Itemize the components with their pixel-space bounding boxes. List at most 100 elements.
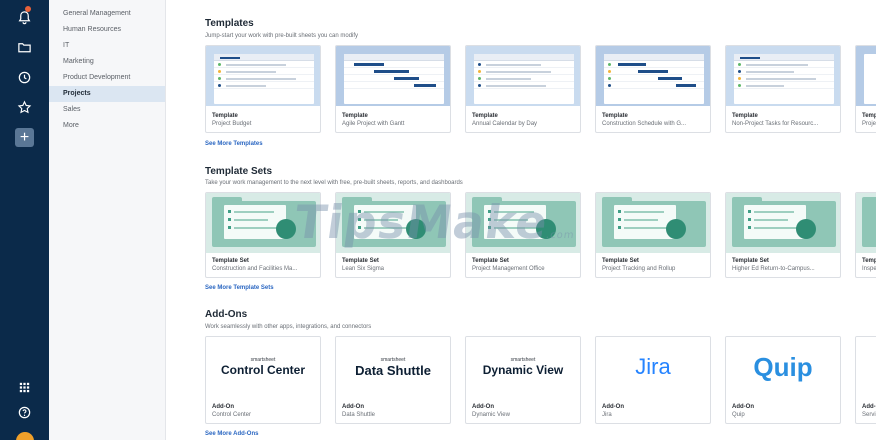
nav-item-product-development[interactable]: Product Development	[49, 70, 165, 86]
logo-text: Control Center	[221, 363, 305, 377]
watermark-text: TipsMake	[291, 195, 552, 249]
notification-dot	[25, 6, 31, 12]
category-nav: General Management Human Resources IT Ma…	[49, 0, 166, 440]
addon-card[interactable]: Jira Add-On Jira	[595, 336, 711, 424]
card-name: Annual Calendar by Day	[472, 121, 538, 127]
avatar[interactable]	[16, 432, 34, 440]
card-type: Template Set	[602, 258, 639, 264]
template-thumbnail	[206, 46, 320, 106]
template-thumbnail	[726, 46, 840, 106]
template-set-card[interactable]: Template Set Higher Ed Return-to-Campus..…	[725, 192, 841, 278]
template-sets-subtitle: Take your work management to the next le…	[205, 180, 463, 186]
template-card[interactable]: Template Agile Project with Gantt	[335, 45, 451, 133]
nav-item-it[interactable]: IT	[49, 38, 165, 54]
card-name: Project Management Office	[472, 266, 545, 272]
card-type: Add-	[862, 404, 876, 410]
clock-icon[interactable]	[15, 68, 34, 87]
card-type: Template Set	[212, 258, 249, 264]
addon-card[interactable]: S Add- Servi	[855, 336, 876, 424]
addon-card[interactable]: smartsheet Control Center Add-On Control …	[205, 336, 321, 424]
card-name: Agile Project with Gantt	[342, 121, 405, 127]
nav-item-marketing[interactable]: Marketing	[49, 54, 165, 70]
template-sets-heading: Template Sets	[205, 166, 273, 177]
jira-logo: Jira	[596, 337, 710, 397]
bell-icon[interactable]	[15, 6, 34, 27]
template-thumbnail	[466, 46, 580, 106]
template-card[interactable]: Template Non-Project Tasks for Resourc...	[725, 45, 841, 133]
nav-item-sales[interactable]: Sales	[49, 102, 165, 118]
card-name: Jira	[602, 412, 612, 418]
template-set-thumbnail	[726, 193, 840, 253]
watermark-suffix: .com	[545, 230, 576, 241]
card-type: Temp	[862, 258, 876, 264]
card-type: Add-On	[342, 404, 364, 410]
card-type: Temp	[862, 113, 876, 119]
see-more-template-sets-link[interactable]: See More Template Sets	[205, 285, 274, 291]
help-icon[interactable]	[15, 403, 34, 422]
template-thumbnail	[596, 46, 710, 106]
card-name: Lean Six Sigma	[342, 266, 385, 272]
see-more-addons-link[interactable]: See More Add-Ons	[205, 431, 258, 437]
app-window: + General Management Human Resources IT …	[0, 0, 876, 440]
card-type: Add-On	[472, 404, 494, 410]
card-type: Add-On	[732, 404, 754, 410]
card-type: Template	[472, 113, 498, 119]
card-type: Template	[212, 113, 238, 119]
nav-item-more[interactable]: More	[49, 118, 165, 134]
nav-item-general-management[interactable]: General Management	[49, 6, 165, 22]
card-name: Dynamic View	[472, 412, 510, 418]
left-rail: +	[0, 0, 49, 440]
template-card[interactable]: Template Annual Calendar by Day	[465, 45, 581, 133]
logo-text: Data Shuttle	[355, 362, 431, 378]
card-type: Template Set	[472, 258, 509, 264]
card-name: Non-Project Tasks for Resourc...	[732, 121, 819, 127]
card-name: Proje	[862, 121, 876, 127]
card-type: Template	[732, 113, 758, 119]
card-name: Project Tracking and Rollup	[602, 266, 676, 272]
card-name: Quip	[732, 412, 745, 418]
template-card[interactable]: Temp Proje	[855, 45, 876, 133]
template-card[interactable]: Template Construction Schedule with G...	[595, 45, 711, 133]
template-thumbnail	[856, 46, 876, 106]
addon-card[interactable]: smartsheet Dynamic View Add-On Dynamic Vi…	[465, 336, 581, 424]
addons-subtitle: Work seamlessly with other apps, integra…	[205, 324, 372, 330]
quip-logo: Quip	[726, 337, 840, 397]
folder-icon[interactable]	[15, 38, 34, 57]
grid-icon[interactable]	[15, 378, 34, 397]
watermark: TipsMake.com	[291, 195, 580, 249]
template-set-thumbnail	[596, 193, 710, 253]
template-thumbnail	[336, 46, 450, 106]
card-type: Template	[602, 113, 628, 119]
card-name: Data Shuttle	[342, 412, 376, 418]
card-type: Add-On	[602, 404, 624, 410]
card-type: Add-On	[212, 404, 234, 410]
service-logo: S	[856, 337, 876, 397]
card-name: Construction Schedule with G...	[602, 121, 687, 127]
data-shuttle-logo: smartsheet Data Shuttle	[336, 337, 450, 397]
card-name: Higher Ed Return-to-Campus...	[732, 266, 815, 272]
template-set-thumbnail	[856, 193, 876, 253]
card-name: Servi	[862, 412, 876, 418]
logo-text: Quip	[753, 351, 813, 382]
card-type: Template Set	[342, 258, 379, 264]
addon-card[interactable]: smartsheet Data Shuttle Add-On Data Shutt…	[335, 336, 451, 424]
template-set-card[interactable]: Template Set Project Tracking and Rollup	[595, 192, 711, 278]
nav-item-projects[interactable]: Projects	[49, 86, 165, 102]
see-more-templates-link[interactable]: See More Templates	[205, 141, 263, 147]
logo-text: Jira	[635, 354, 671, 379]
templates-subtitle: Jump-start your work with pre-built shee…	[205, 33, 359, 39]
logo-text: Dynamic View	[482, 363, 564, 377]
plus-icon[interactable]: +	[15, 128, 34, 147]
templates-heading: Templates	[205, 18, 254, 29]
star-icon[interactable]	[15, 98, 34, 117]
card-type: Template	[342, 113, 368, 119]
nav-item-human-resources[interactable]: Human Resources	[49, 22, 165, 38]
card-name: Project Budget	[212, 121, 252, 127]
addon-card[interactable]: Quip Add-On Quip	[725, 336, 841, 424]
dynamic-view-logo: smartsheet Dynamic View	[466, 337, 580, 397]
template-card[interactable]: Template Project Budget	[205, 45, 321, 133]
control-center-logo: smartsheet Control Center	[206, 337, 320, 397]
card-name: Inspe	[862, 266, 876, 272]
card-name: Construction and Facilities Ma...	[212, 266, 298, 272]
template-set-card[interactable]: Temp Inspe	[855, 192, 876, 278]
